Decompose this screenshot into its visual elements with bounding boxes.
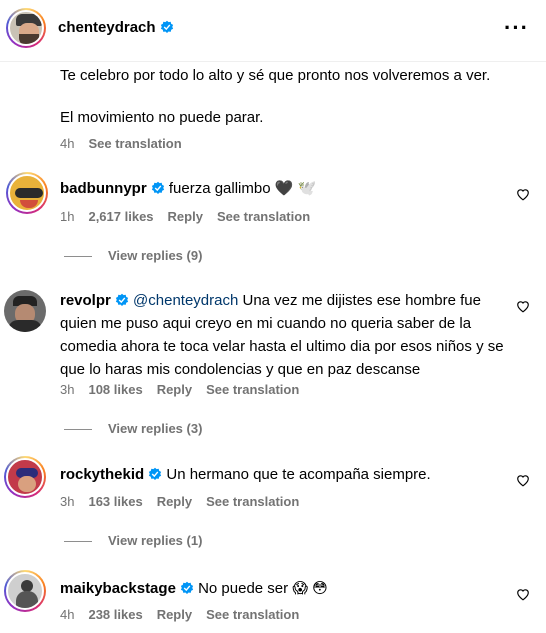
comment-time: 3h — [60, 382, 74, 397]
verified-badge-icon — [115, 293, 129, 307]
author-username-text[interactable]: chenteydrach — [58, 19, 156, 36]
view-replies-button[interactable]: View replies (9) — [64, 248, 202, 263]
like-count[interactable]: 163 likes — [88, 494, 142, 509]
like-heart-icon[interactable] — [516, 588, 530, 601]
see-translation-link[interactable]: See translation — [206, 382, 299, 397]
verified-badge-icon — [148, 467, 162, 481]
comment-time: 4h — [60, 607, 74, 622]
comment-content: fuerza gallimbo 🖤 🕊️ — [169, 180, 316, 197]
see-translation-link[interactable]: See translation — [206, 494, 299, 509]
like-heart-icon[interactable] — [516, 188, 530, 201]
like-count[interactable]: 108 likes — [88, 382, 142, 397]
post-header: chenteydrach ··· — [0, 0, 546, 62]
comment-text: badbunnypr fuerza gallimbo 🖤 🕊️ — [60, 177, 500, 200]
reply-button[interactable]: Reply — [157, 494, 192, 509]
caption-time: 4h — [60, 136, 74, 151]
comment-meta: 1h 2,617 likes Reply See translation — [60, 209, 324, 224]
see-translation-link[interactable]: See translation — [206, 607, 299, 622]
like-heart-icon[interactable] — [516, 300, 530, 313]
view-replies-label[interactable]: View replies (1) — [108, 533, 202, 548]
comment-mention[interactable]: @chenteydrach — [133, 292, 238, 309]
comment-text: rockythekid Un hermano que te acompaña s… — [60, 463, 500, 486]
commenter-avatar[interactable] — [6, 172, 48, 214]
caption-line: El movimiento no puede parar. — [60, 108, 530, 128]
comment-username[interactable]: rockythekid — [60, 466, 144, 483]
commenter-avatar[interactable] — [4, 456, 46, 498]
reply-button[interactable]: Reply — [157, 382, 192, 397]
commenter-avatar[interactable] — [4, 290, 46, 332]
comment-meta: 3h 108 likes Reply See translation — [60, 382, 313, 397]
author-avatar[interactable] — [6, 8, 46, 48]
comment-meta: 4h 238 likes Reply See translation — [60, 607, 313, 622]
view-replies-button[interactable]: View replies (3) — [64, 421, 202, 436]
like-count[interactable]: 238 likes — [88, 607, 142, 622]
replies-divider — [64, 256, 92, 257]
comment-time: 3h — [60, 494, 74, 509]
comment-text: maikybackstage No puede ser 😱 😳 — [60, 577, 500, 600]
see-translation-link[interactable]: See translation — [217, 209, 310, 224]
verified-badge-icon — [151, 181, 165, 195]
like-heart-icon[interactable] — [516, 474, 530, 487]
reply-button[interactable]: Reply — [168, 209, 203, 224]
view-replies-button[interactable]: View replies (1) — [64, 533, 202, 548]
like-count[interactable]: 2,617 likes — [88, 209, 153, 224]
author-username[interactable]: chenteydrach — [58, 19, 174, 36]
comment-username[interactable]: badbunnypr — [60, 180, 147, 197]
comment-username[interactable]: revolpr — [60, 292, 111, 309]
replies-divider — [64, 541, 92, 542]
more-options-icon[interactable]: ··· — [504, 18, 529, 38]
comment-content: No puede ser 😱 😳 — [198, 580, 328, 597]
verified-badge-icon — [160, 20, 174, 34]
caption-meta: 4h See translation — [60, 136, 196, 151]
comment-meta: 3h 163 likes Reply See translation — [60, 494, 313, 509]
comment-username[interactable]: maikybackstage — [60, 580, 176, 597]
view-replies-label[interactable]: View replies (3) — [108, 421, 202, 436]
comment-text: revolpr @chenteydrach Una vez me dijiste… — [60, 289, 510, 381]
comment-content: Un hermano que te acompaña siempre. — [166, 466, 430, 483]
caption-line: Te celebro por todo lo alto y sé que pro… — [60, 66, 530, 86]
reply-button[interactable]: Reply — [157, 607, 192, 622]
verified-badge-icon — [180, 581, 194, 595]
view-replies-label[interactable]: View replies (9) — [108, 248, 202, 263]
comment-time: 1h — [60, 209, 74, 224]
see-translation-link[interactable]: See translation — [88, 136, 181, 151]
replies-divider — [64, 429, 92, 430]
commenter-avatar[interactable] — [4, 570, 46, 612]
